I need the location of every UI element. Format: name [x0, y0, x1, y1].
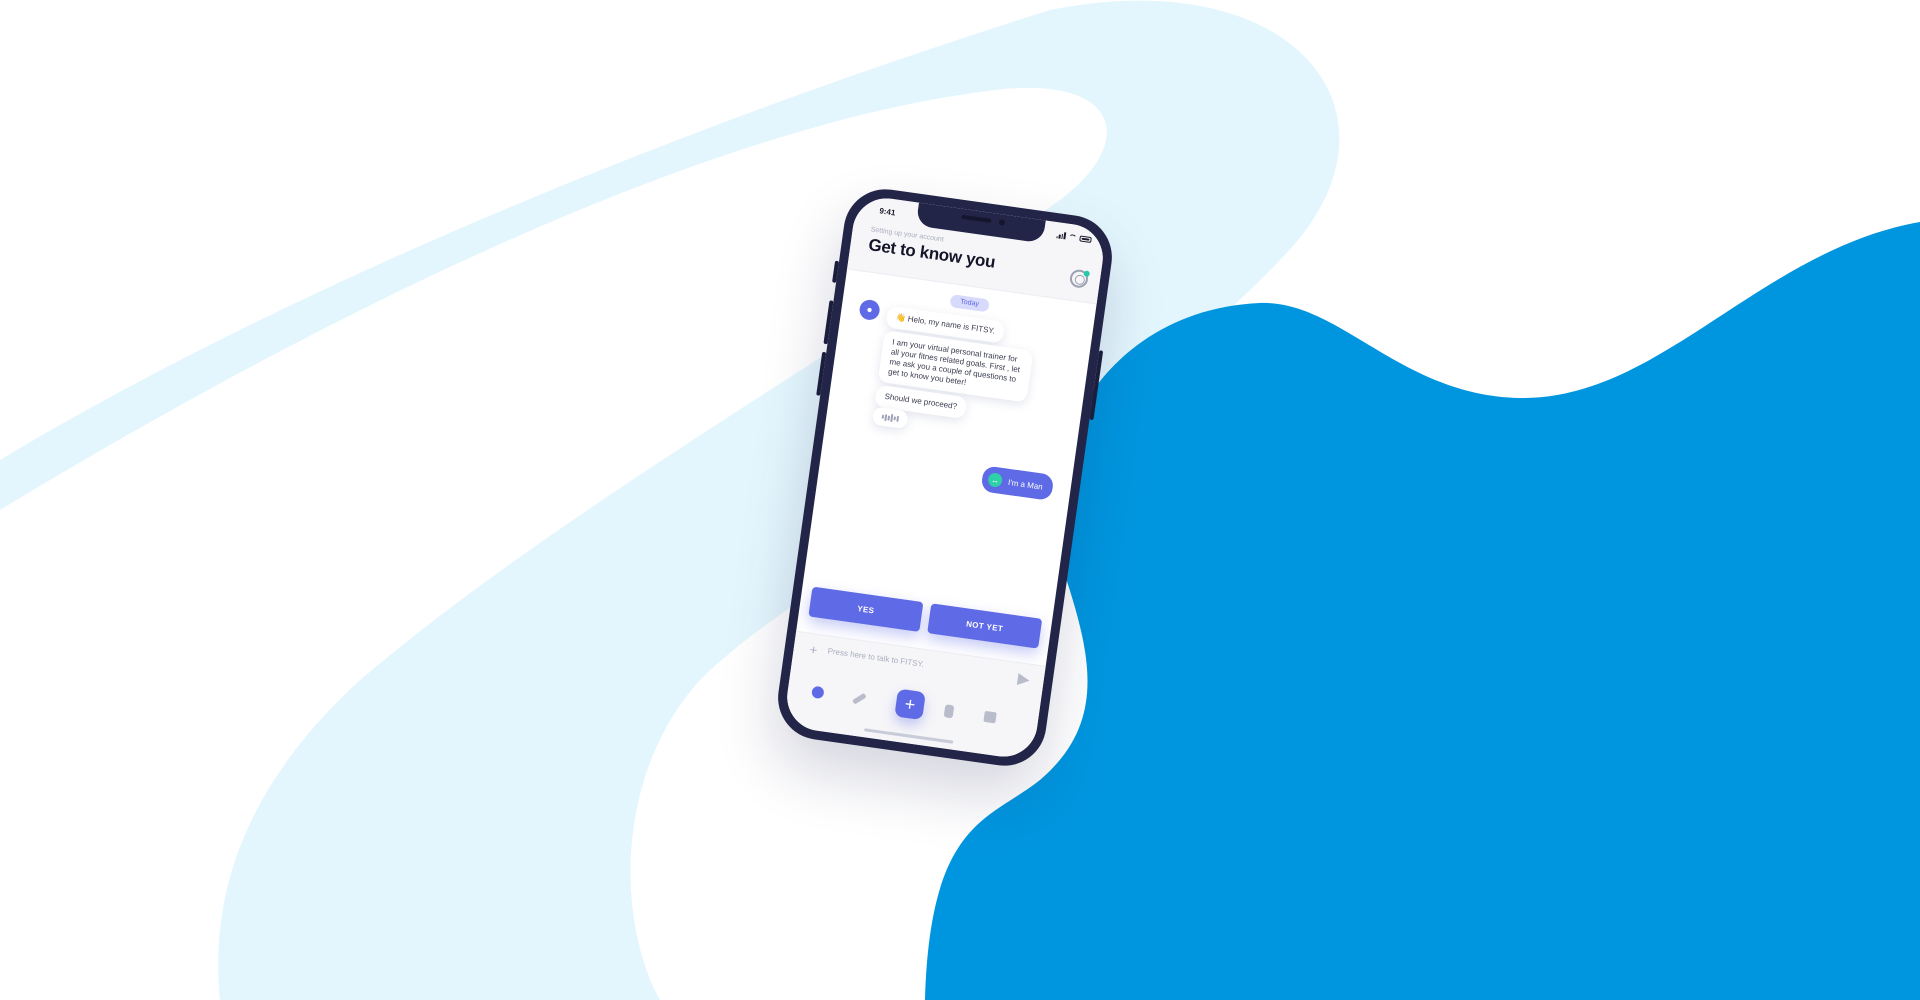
- camera: [998, 219, 1006, 226]
- battery-icon: [1079, 234, 1092, 243]
- home-indicator[interactable]: [863, 728, 954, 744]
- bot-avatar: ●: [858, 298, 881, 322]
- signal-icon: [1056, 231, 1067, 240]
- user-message-text: I'm a Man: [1007, 477, 1044, 492]
- status-icons: [1056, 231, 1092, 243]
- wifi-icon: [1068, 233, 1078, 241]
- typing-icon: [881, 413, 899, 423]
- user-avatar-icon: ↔: [987, 472, 1004, 488]
- status-time: 9:41: [878, 206, 896, 218]
- attach-plus-icon[interactable]: +: [809, 642, 819, 658]
- settings-gear-icon[interactable]: [1068, 268, 1091, 289]
- send-icon[interactable]: [1016, 673, 1031, 687]
- dumbbell-icon[interactable]: [850, 689, 868, 707]
- date-separator: Today: [949, 294, 990, 313]
- speaker: [961, 214, 992, 223]
- plus-icon[interactable]: +: [893, 687, 927, 721]
- user-message: ↔ I'm a Man: [980, 465, 1055, 501]
- box-icon[interactable]: [981, 708, 999, 726]
- kettlebell-icon[interactable]: [809, 683, 827, 701]
- notification-dot: [1083, 270, 1091, 278]
- bottle-icon[interactable]: [940, 702, 958, 720]
